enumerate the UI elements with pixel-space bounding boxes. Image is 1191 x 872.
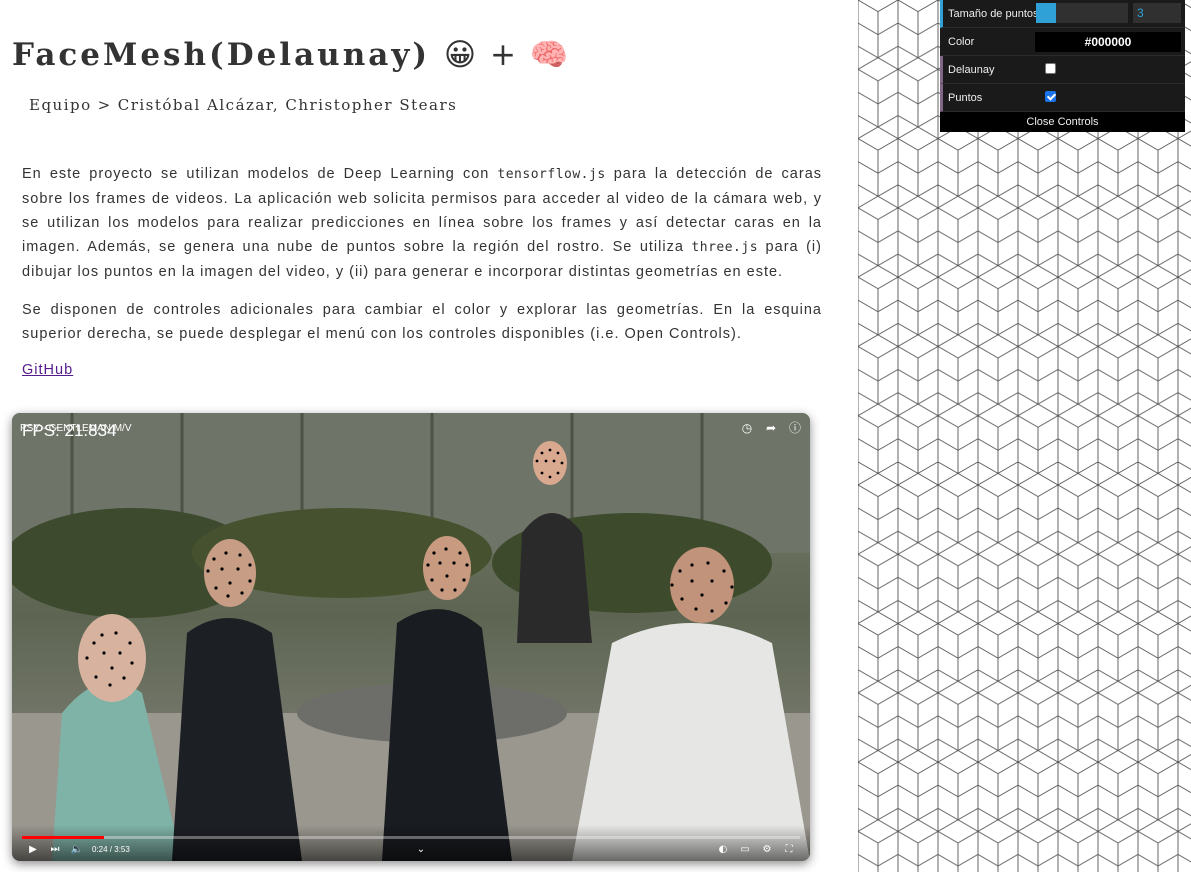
- controls-paragraph: Se disponen de controles adicionales par…: [22, 302, 822, 342]
- page-title: FaceMesh(Delaunay) 😀 + 🧠: [12, 36, 568, 73]
- fps-counter: FPS: 21.834: [22, 421, 117, 440]
- video-player[interactable]: PSY - GENTLEMAN M/V FPS: 21.834 ◷ ➦ ⓘ ▶ …: [12, 413, 810, 861]
- team-separator: >: [97, 96, 112, 114]
- point-size-slider-fill: [1036, 3, 1057, 23]
- settings-gear-icon[interactable]: ⚙: [756, 844, 778, 855]
- video-top-icons: ◷ ➦ ⓘ: [740, 421, 802, 435]
- brain-icon: 🧠: [529, 37, 569, 73]
- controls-panel: Tamaño de puntos 3 Color #000000 Delauna…: [940, 0, 1185, 132]
- points-label: Puntos: [948, 91, 983, 104]
- title-text: FaceMesh(Delaunay): [12, 37, 431, 73]
- description-text-1: En este proyecto se utilizan modelos de …: [22, 166, 498, 182]
- threejs-code: three.js: [691, 240, 759, 255]
- tensorflow-code: tensorflow.js: [497, 167, 606, 182]
- point-size-slider[interactable]: [1036, 3, 1128, 23]
- points-control: Puntos: [940, 84, 1185, 112]
- color-label: Color: [948, 35, 975, 48]
- video-progress-bar[interactable]: [22, 836, 800, 839]
- team-line: Equipo > Cristóbal Alcázar, Christopher St…: [29, 96, 457, 114]
- team-label: Equipo: [29, 96, 92, 114]
- autoplay-toggle-icon[interactable]: ◐: [712, 844, 734, 855]
- watch-later-icon[interactable]: ◷: [740, 421, 754, 435]
- next-icon[interactable]: ⏭: [44, 844, 66, 855]
- points-checkbox[interactable]: [1045, 91, 1056, 102]
- grinning-face-icon: 😀: [443, 37, 477, 73]
- share-icon[interactable]: ➦: [764, 421, 778, 435]
- description-paragraph: En este proyecto se utilizan modelos de …: [22, 162, 822, 284]
- plus-sign: +: [489, 37, 516, 73]
- video-progress-fill: [22, 836, 104, 839]
- github-link[interactable]: GitHub: [22, 362, 73, 378]
- team-members: Cristóbal Alcázar, Christopher Stears: [117, 96, 458, 114]
- point-size-control: Tamaño de puntos 3: [940, 0, 1185, 28]
- delaunay-control: Delaunay: [940, 56, 1185, 84]
- close-controls-button[interactable]: Close Controls: [940, 112, 1185, 132]
- point-size-input[interactable]: 3: [1133, 3, 1181, 23]
- chevron-down-icon[interactable]: ⌄: [410, 844, 432, 855]
- info-icon[interactable]: ⓘ: [788, 421, 802, 435]
- point-size-label: Tamaño de puntos: [948, 7, 1036, 20]
- captions-icon[interactable]: ▭: [734, 844, 756, 855]
- video-frame: [12, 413, 810, 861]
- video-controls: ▶ ⏭ 🔈 0:24 / 3:53 ⌄ ◐ ▭ ⚙ ⛶: [22, 842, 800, 856]
- delaunay-checkbox[interactable]: [1045, 63, 1056, 74]
- delaunay-label: Delaunay: [948, 63, 995, 76]
- video-time: 0:24 / 3:53: [92, 844, 130, 854]
- play-icon[interactable]: ▶: [22, 844, 44, 855]
- color-control: Color #000000: [940, 28, 1185, 56]
- volume-icon[interactable]: 🔈: [66, 844, 88, 855]
- fullscreen-icon[interactable]: ⛶: [778, 844, 800, 855]
- color-input[interactable]: #000000: [1035, 32, 1181, 52]
